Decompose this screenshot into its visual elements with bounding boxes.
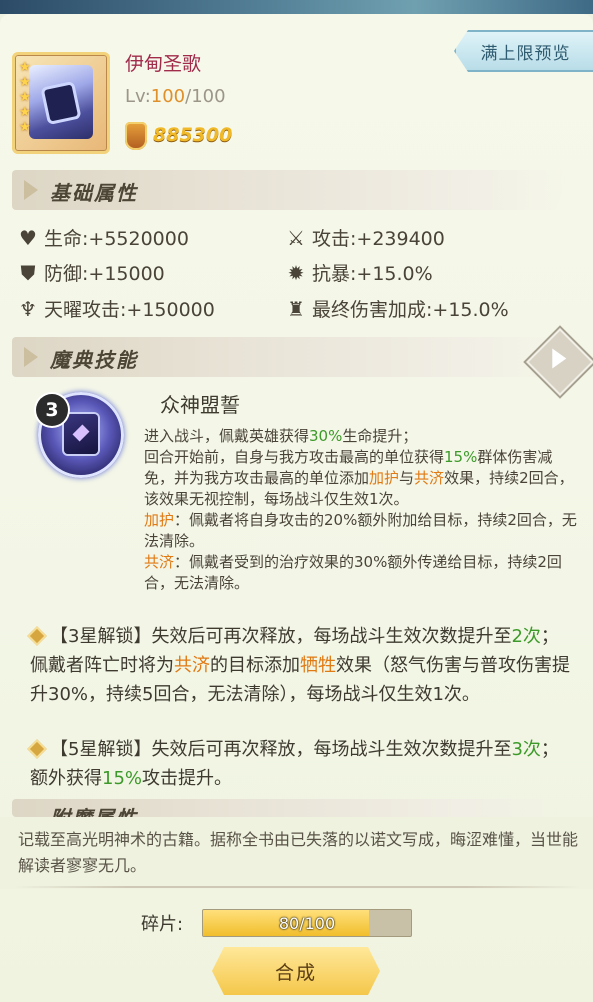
base-attributes-header: 基础属性	[12, 170, 572, 210]
stat-crit-resist-label: 抗暴:+15.0%	[312, 263, 433, 285]
tome-artwork	[29, 65, 93, 139]
stat-final-damage: ♜ 最终伤害加成:+15.0%	[284, 295, 509, 322]
star-icon: ★	[19, 90, 31, 105]
star-icon: ★	[19, 60, 31, 75]
final-damage-icon: ♜	[287, 296, 305, 321]
flavor-text: 记载至高光明神术的古籍。据称全书由已失落的以诺文写成，晦涩难懂，当世能解读者寥寥…	[18, 830, 579, 875]
skill-description: 进入战斗，佩戴英雄获得30%生命提升； 回合开始前，自身与我方攻击最高的单位获得…	[144, 426, 578, 594]
stat-defense-label: 防御:+15000	[44, 263, 165, 285]
enchant-section-header: 附魔属性	[12, 799, 572, 817]
skill-level-badge: 3	[36, 394, 68, 426]
shard-progress-bar: 80/100	[202, 909, 412, 937]
level-prefix: Lv:	[125, 86, 151, 107]
max-preview-button[interactable]: 满上限预览	[454, 30, 593, 72]
item-name: 伊甸圣歌	[125, 53, 202, 75]
stat-final-damage-label: 最终伤害加成:+15.0%	[312, 299, 509, 321]
crit-resist-icon: ✹	[287, 260, 305, 285]
unlock-5-star: 【5星解锁】失效后可再次释放，每场战斗生效次数提升至3次；额外获得15%攻击提升…	[27, 735, 575, 793]
divider	[14, 886, 580, 888]
enchant-section-title: 附魔属性	[50, 802, 138, 817]
stat-sky-attack: ♆ 天曜攻击:+150000	[16, 295, 215, 322]
heart-icon: ♥	[19, 225, 37, 250]
shard-progress-text: 80/100	[278, 913, 336, 933]
skill-desc-line4: 共济：佩戴者受到的治疗效果的30%额外传递给目标，持续2回合，无法清除。	[144, 553, 562, 592]
header-accent	[24, 180, 38, 200]
synthesize-button[interactable]: 合成	[212, 947, 380, 995]
skill-section-header: 魔典技能	[12, 337, 572, 377]
shield-icon: ⛊	[20, 260, 36, 285]
star-icon: ★	[19, 75, 31, 90]
stat-hp: ♥ 生命:+5520000	[16, 224, 189, 251]
skill-section-title: 魔典技能	[50, 348, 138, 372]
sky-attack-icon: ♆	[19, 296, 37, 321]
sword-icon: ⚔	[287, 225, 305, 250]
skill-desc-line2: 回合开始前，自身与我方攻击最高的单位获得15%群体伤害减免，并为我方攻击最高的单…	[144, 448, 574, 508]
header-accent	[24, 347, 38, 367]
star-icon: ★	[19, 105, 31, 120]
shard-label: 碎片:	[141, 914, 184, 935]
stat-attack: ⚔ 攻击:+239400	[284, 224, 445, 251]
stat-crit-resist: ✹ 抗暴:+15.0%	[284, 259, 433, 286]
diamond-bullet-icon	[27, 626, 47, 646]
skill-name: 众神盟誓	[160, 393, 240, 417]
power-icon	[125, 122, 147, 150]
level-max: /100	[185, 86, 226, 107]
skill-desc-line3: 加护：佩戴者将自身攻击的20%额外附加给目标，持续2回合，无法清除。	[144, 511, 577, 550]
stat-hp-label: 生命:+5520000	[44, 228, 189, 250]
stat-attack-label: 攻击:+239400	[312, 228, 445, 250]
stat-defense: ⛊ 防御:+15000	[16, 259, 165, 286]
star-rating: ★ ★ ★ ★ ★	[19, 61, 31, 134]
diamond-bullet-icon	[27, 739, 47, 759]
power-value: 885300	[153, 124, 233, 146]
star-icon: ★	[19, 120, 31, 135]
item-level: Lv:100/100	[125, 86, 226, 107]
stat-sky-attack-label: 天曜攻击:+150000	[44, 299, 215, 321]
item-icon-frame: ★ ★ ★ ★ ★	[12, 52, 110, 154]
unlock-3-star: 【3星解锁】失效后可再次释放，每场战斗生效次数提升至2次；佩戴者阵亡时将为共济的…	[27, 622, 575, 709]
base-attributes-title: 基础属性	[50, 181, 138, 205]
skill-desc-line1: 进入战斗，佩戴英雄获得30%生命提升；	[144, 427, 418, 445]
level-current: 100	[150, 86, 186, 107]
top-background-strip	[0, 0, 593, 14]
